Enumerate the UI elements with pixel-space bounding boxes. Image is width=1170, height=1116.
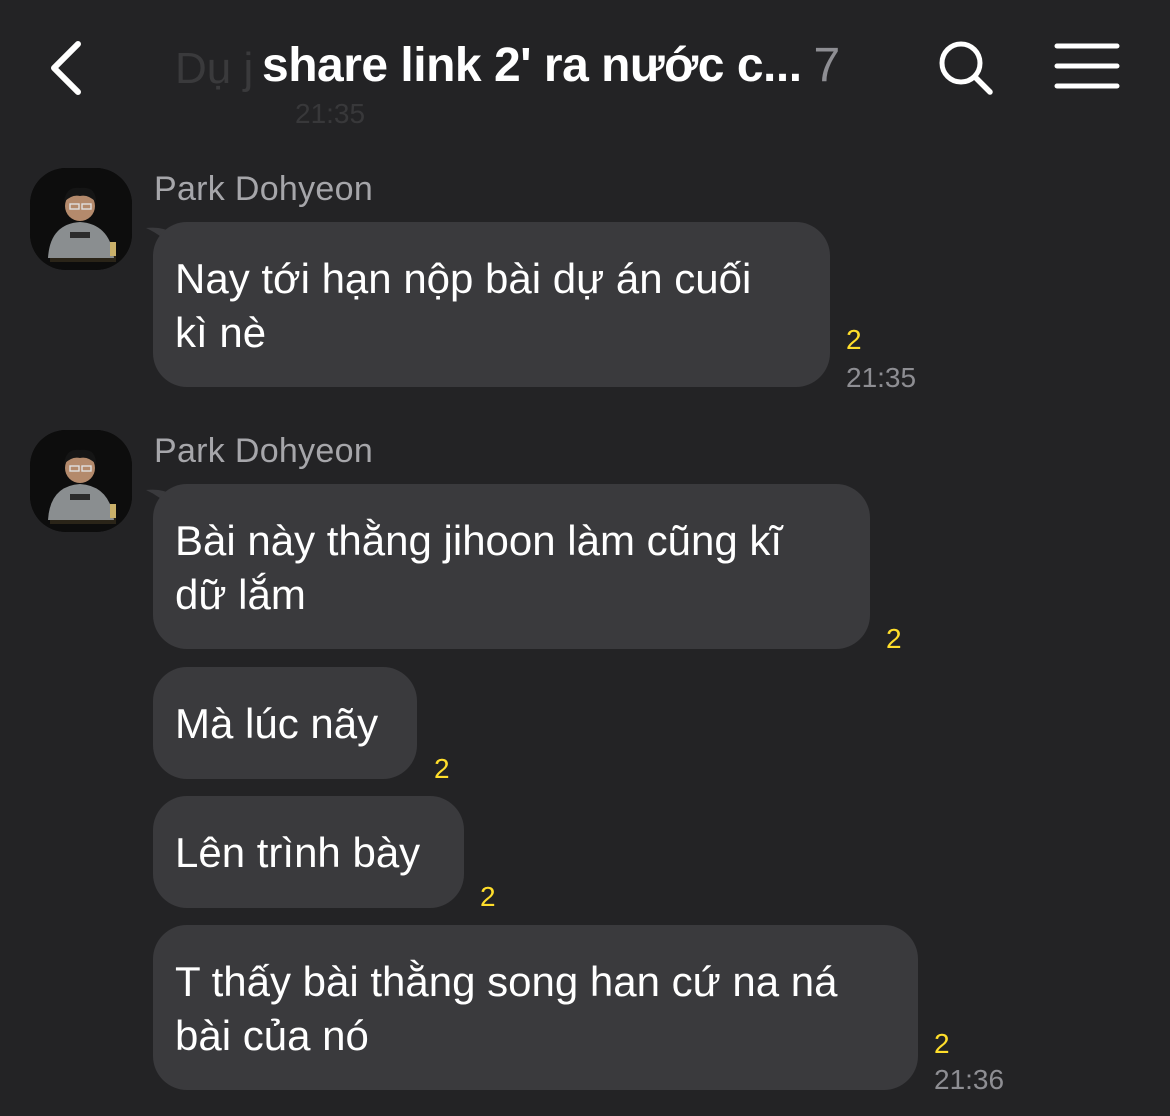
message-text-line: dữ lắm	[175, 571, 306, 618]
user-photo-icon	[30, 168, 132, 270]
avatar[interactable]	[30, 430, 132, 532]
unread-count: 2	[480, 881, 496, 912]
message-text-line: T thấy bài thằng song han cứ na ná	[175, 958, 838, 1005]
message-time: 21:36	[934, 1064, 1005, 1095]
message-bubble[interactable]: Nay tới hạn nộp bài dự án cuối kì nè	[153, 222, 830, 387]
unread-count: 2	[434, 753, 450, 784]
sender-name: Park Dohyeon	[154, 170, 374, 208]
message-text-line: Mà lúc nãy	[175, 700, 379, 747]
unread-count: 2	[846, 324, 862, 355]
message-bubble[interactable]: T thấy bài thằng song han cứ na ná bài c…	[153, 925, 918, 1090]
unread-count: 2	[886, 623, 902, 654]
member-count: 7	[813, 39, 841, 92]
message-text-line: kì nè	[175, 309, 267, 356]
search-button[interactable]	[934, 36, 998, 100]
faded-previous-time: 21:35	[295, 98, 366, 129]
chevron-left-icon	[51, 41, 81, 95]
search-icon	[939, 41, 993, 95]
unread-count: 2	[934, 1028, 950, 1059]
user-photo-icon	[30, 430, 132, 532]
message-text-line: bài của nó	[175, 1012, 369, 1059]
sender-name: Park Dohyeon	[154, 432, 374, 470]
back-button[interactable]	[40, 36, 100, 100]
message-time: 21:35	[846, 362, 917, 393]
faded-previous-sender: Dụ j	[175, 44, 254, 93]
message-text-line: Nay tới hạn nộp bài dự án cuối	[175, 255, 752, 302]
menu-button[interactable]	[1052, 40, 1122, 96]
message-bubble[interactable]: Mà lúc nãy	[153, 667, 417, 779]
hamburger-menu-icon	[1054, 43, 1120, 89]
chat-title-text: share link 2' ra nước c...	[262, 39, 802, 92]
message-bubble[interactable]: Bài này thằng jihoon làm cũng kĩ dữ lắm	[153, 484, 870, 649]
chat-title[interactable]: share link 2' ra nước c... 7	[262, 38, 840, 93]
message-text-line: Lên trình bày	[175, 829, 421, 876]
avatar[interactable]	[30, 168, 132, 270]
message-text-line: Bài này thằng jihoon làm cũng kĩ	[175, 517, 783, 564]
chat-header: Dụ j 21:35 share link 2' ra nước c... 7	[0, 0, 1170, 130]
message-bubble[interactable]: Lên trình bày	[153, 796, 464, 908]
